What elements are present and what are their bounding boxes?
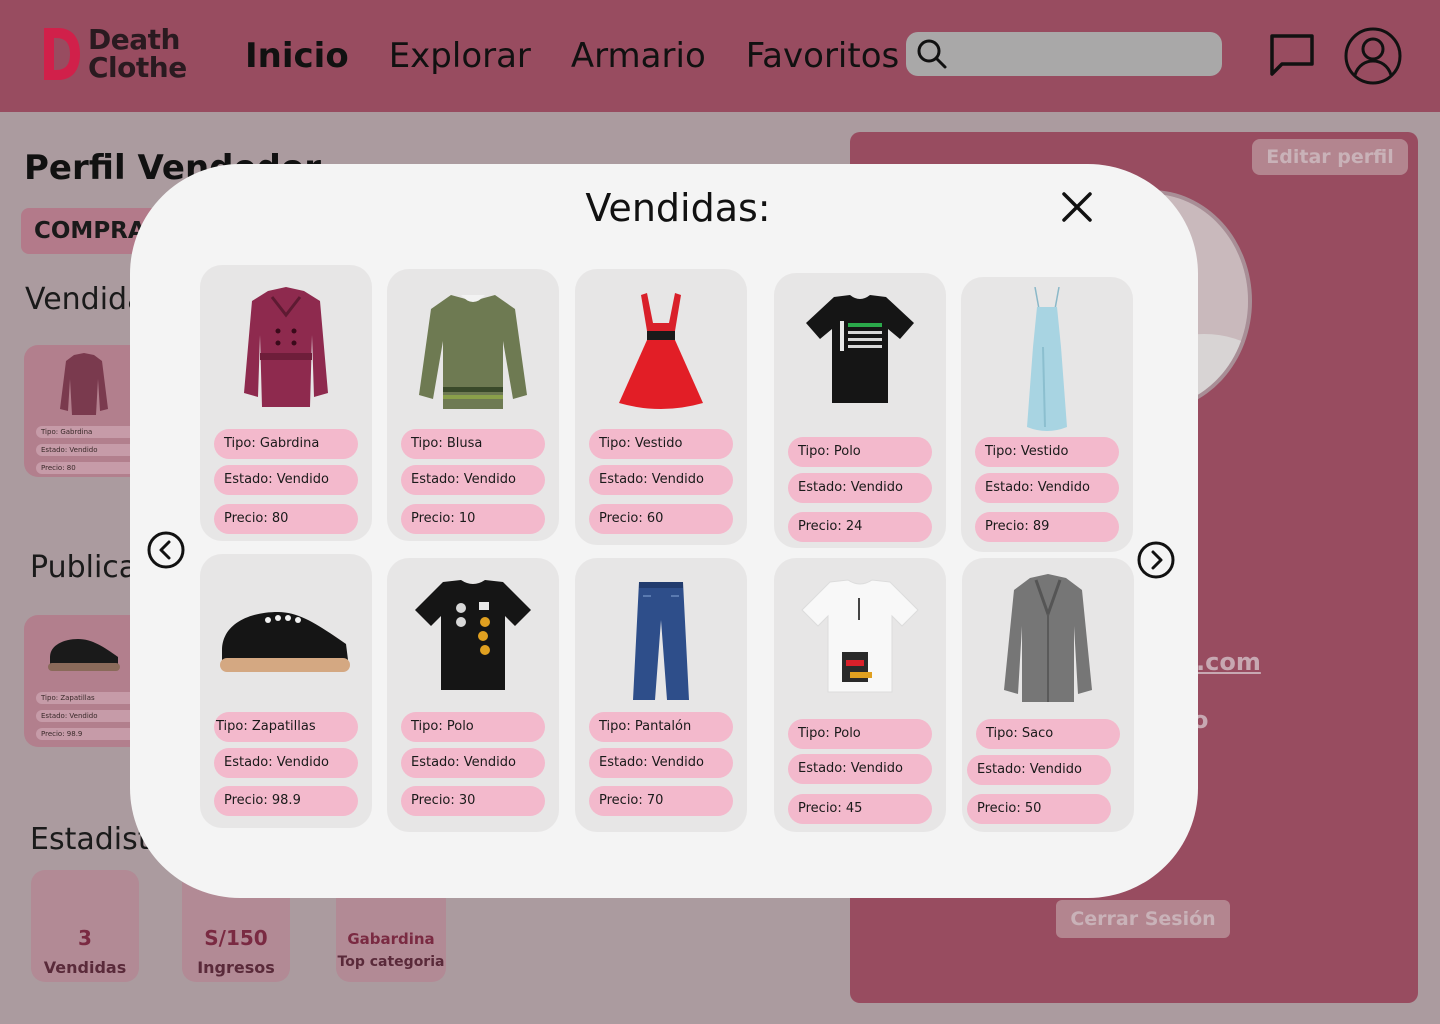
- sneaker-image: [220, 612, 350, 672]
- email-fragment[interactable]: .com: [1196, 648, 1261, 676]
- search-bar[interactable]: [906, 32, 1222, 76]
- logo-line2: Clothe: [88, 51, 187, 84]
- estado-pill: Estado: Vendido: [967, 755, 1111, 785]
- tipo-pill: Tipo: Blusa: [401, 429, 545, 459]
- tipo-pill: Tipo: Polo: [788, 719, 932, 749]
- tipo-pill: Tipo: Polo: [788, 437, 932, 467]
- product-card[interactable]: Tipo: Gabrdina Estado: Vendido Precio: 8…: [200, 265, 372, 541]
- precio-pill: Precio: 89: [975, 512, 1119, 542]
- blouse-image: [419, 295, 527, 409]
- product-card[interactable]: Tipo: Zapatillas Estado: Vendido Precio:…: [200, 554, 372, 828]
- precio-pill: Precio: 45: [788, 794, 932, 824]
- stat-value: Gabardina: [347, 930, 435, 948]
- tipo-pill: Tipo: Polo: [401, 712, 545, 742]
- search-input[interactable]: [954, 32, 1214, 76]
- jeans-image: [633, 582, 689, 700]
- logout-button[interactable]: Cerrar Sesión: [1056, 900, 1230, 938]
- stat-value: S/150: [204, 926, 268, 950]
- nav-armario[interactable]: Armario: [571, 32, 706, 80]
- tipo-pill: Tipo: Zapatillas: [214, 712, 358, 742]
- top-header: Death Clothe Inicio Explorar Armario Fav…: [0, 0, 1440, 112]
- precio-pill: Precio: 70: [589, 786, 733, 816]
- mini-coat-image: [60, 353, 108, 415]
- precio-pill: Precio: 60: [589, 504, 733, 534]
- graphic-tshirt-image: [415, 580, 531, 690]
- stat-label: Vendidas: [43, 958, 127, 977]
- estado-pill: Estado: Vendido: [214, 748, 358, 778]
- chat-icon[interactable]: [1268, 32, 1316, 78]
- slip-dress-image: [1027, 287, 1067, 431]
- nav-explorar[interactable]: Explorar: [389, 32, 531, 80]
- logo[interactable]: Death Clothe: [40, 24, 187, 84]
- precio-pill: Precio: 80: [214, 504, 358, 534]
- nav-inicio[interactable]: Inicio: [245, 32, 349, 80]
- chevron-right-icon[interactable]: [1136, 540, 1176, 580]
- stat-card-vendidas: 3 Vendidas: [31, 870, 139, 982]
- precio-pill: Precio: 50: [967, 794, 1111, 824]
- precio-pill: Precio: 98.9: [214, 786, 358, 816]
- logo-text: Death Clothe: [88, 26, 187, 82]
- precio-pill: Precio: 10: [401, 504, 545, 534]
- vendidas-modal: Vendidas: Tipo: Gabrdina Estado: Vendido…: [130, 164, 1198, 898]
- search-icon[interactable]: [916, 38, 948, 70]
- product-card[interactable]: Tipo: Saco Estado: Vendido Precio: 50: [962, 558, 1134, 832]
- estado-pill: Estado: Vendido: [401, 465, 545, 495]
- precio-pill: Precio: 30: [401, 786, 545, 816]
- logo-d-icon: [44, 28, 80, 80]
- tipo-pill: Tipo: Pantalón: [589, 712, 733, 742]
- tipo-pill: Tipo: Gabrdina: [214, 429, 358, 459]
- estado-pill: Estado: Vendido: [214, 465, 358, 495]
- edit-profile-button[interactable]: Editar perfil: [1252, 139, 1408, 175]
- logo-line1: Death: [88, 23, 180, 56]
- estado-pill: Estado: Vendido: [788, 754, 932, 784]
- precio-pill: Precio: 24: [788, 512, 932, 542]
- trench-coat-image: [244, 287, 328, 407]
- stat-label: Top categoria: [337, 954, 445, 970]
- black-tshirt-image: [806, 295, 914, 403]
- main-nav: Inicio Explorar Armario Favoritos: [245, 32, 899, 80]
- nav-favoritos[interactable]: Favoritos: [746, 32, 899, 80]
- chevron-left-icon[interactable]: [146, 530, 186, 570]
- product-card[interactable]: Tipo: Polo Estado: Vendido Precio: 45: [774, 558, 946, 832]
- white-tshirt-image: [801, 579, 919, 693]
- estado-pill: Estado: Vendido: [401, 748, 545, 778]
- grey-coat-image: [1004, 574, 1092, 702]
- stat-value: 3: [78, 926, 92, 950]
- mini-sneaker-image: [48, 639, 120, 671]
- stat-label: Ingresos: [197, 958, 275, 977]
- product-card[interactable]: Tipo: Polo Estado: Vendido Precio: 24: [774, 273, 946, 548]
- estado-pill: Estado: Vendido: [589, 465, 733, 495]
- product-card[interactable]: Tipo: Pantalón Estado: Vendido Precio: 7…: [575, 558, 747, 832]
- estado-pill: Estado: Vendido: [589, 748, 733, 778]
- red-dress-image: [619, 293, 703, 409]
- product-card[interactable]: Tipo: Blusa Estado: Vendido Precio: 10: [387, 269, 559, 541]
- product-card[interactable]: Tipo: Polo Estado: Vendido Precio: 30: [387, 558, 559, 832]
- tipo-pill: Tipo: Saco: [976, 719, 1120, 749]
- close-icon[interactable]: [1060, 190, 1094, 224]
- user-icon[interactable]: [1344, 27, 1402, 85]
- tipo-pill: Tipo: Vestido: [589, 429, 733, 459]
- estado-pill: Estado: Vendido: [975, 473, 1119, 503]
- product-card[interactable]: Tipo: Vestido Estado: Vendido Precio: 60: [575, 269, 747, 545]
- tipo-pill: Tipo: Vestido: [975, 437, 1119, 467]
- estado-pill: Estado: Vendido: [788, 473, 932, 503]
- product-card[interactable]: Tipo: Vestido Estado: Vendido Precio: 89: [961, 277, 1133, 552]
